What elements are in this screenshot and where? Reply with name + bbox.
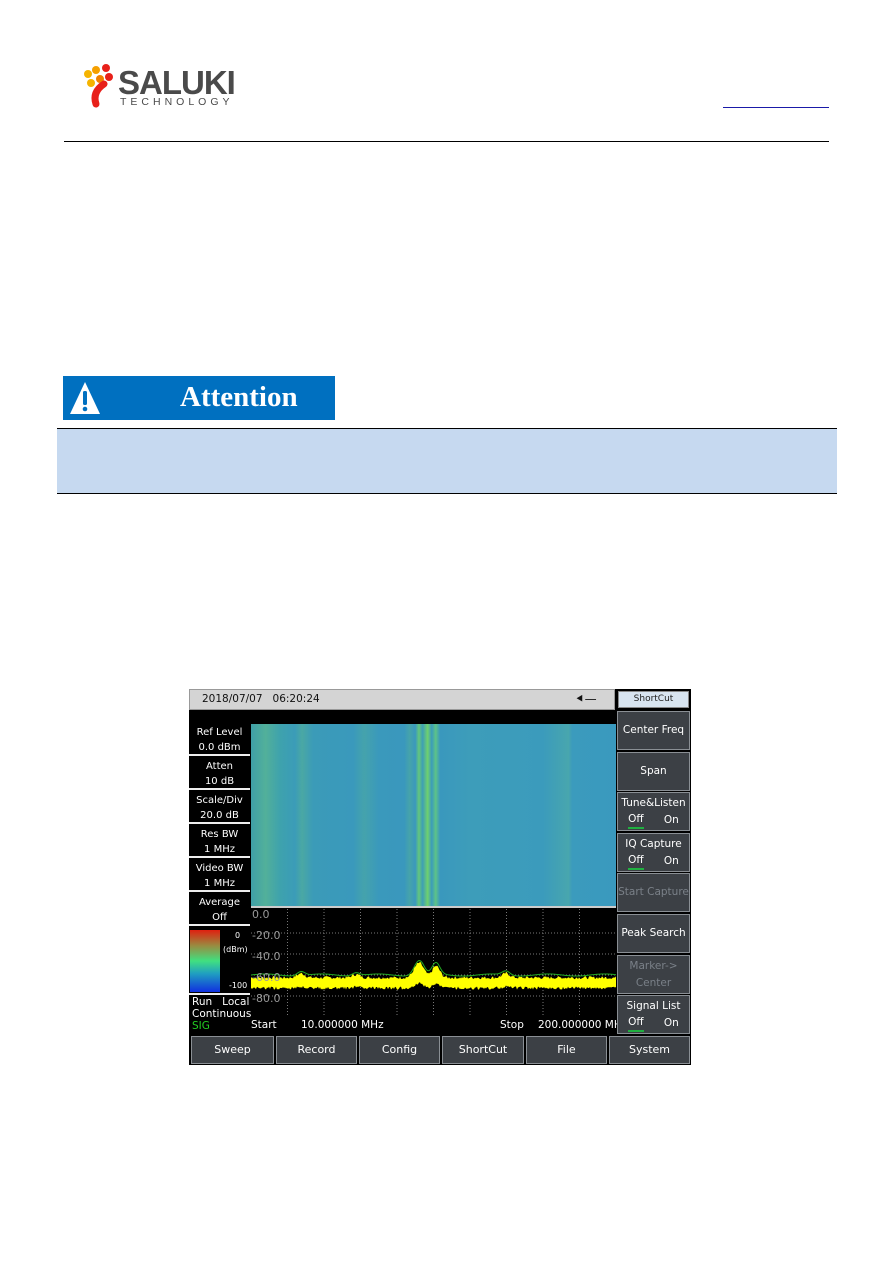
param-atten[interactable]: Atten 10 dB bbox=[189, 758, 250, 790]
menu-system-button[interactable]: System bbox=[609, 1036, 690, 1064]
button-label: Signal List bbox=[626, 1000, 681, 1013]
color-gradient bbox=[190, 930, 220, 992]
param-video-bw[interactable]: Video BW 1 MHz bbox=[189, 860, 250, 892]
color-scale: 0 (dBm) -100 bbox=[189, 927, 250, 995]
param-label: Res BW bbox=[200, 829, 239, 840]
y-tick-label: 0.0 bbox=[252, 909, 270, 921]
shortcut-menu-title: ShortCut bbox=[618, 691, 689, 708]
stop-frequency: 200.000000 MHz bbox=[538, 1019, 628, 1031]
logo-subtitle: TECHNOLOGY bbox=[120, 96, 234, 108]
menu-config-button[interactable]: Config bbox=[359, 1036, 440, 1064]
button-label: Marker-> bbox=[629, 959, 678, 972]
param-value: Off bbox=[212, 912, 227, 923]
attention-label: Attention bbox=[180, 381, 298, 413]
side-start-capture-button[interactable]: Start Capture bbox=[617, 873, 690, 913]
button-label: Span bbox=[640, 764, 667, 777]
run-label: Run bbox=[192, 996, 213, 1008]
param-value: 0.0 dBm bbox=[198, 742, 241, 753]
param-label: Video BW bbox=[195, 863, 244, 874]
button-label: Center Freq bbox=[622, 724, 685, 736]
param-value: 10 dB bbox=[204, 776, 235, 787]
power-plug-icon: ⯇— bbox=[575, 692, 597, 706]
y-tick-label: -20.0 bbox=[252, 929, 280, 942]
header-divider bbox=[64, 141, 829, 142]
on-option: On bbox=[663, 814, 679, 827]
color-unit: (dBm) bbox=[223, 945, 248, 954]
button-label-2: Center bbox=[635, 976, 672, 989]
side-center-freq-button[interactable]: Center Freq bbox=[617, 711, 690, 750]
y-tick-label: -60.0 bbox=[252, 971, 280, 984]
status-bar: 2018/07/07 06:20:24 bbox=[189, 689, 615, 710]
menu-sweep-button[interactable]: Sweep bbox=[191, 1036, 274, 1064]
start-label: Start bbox=[251, 1019, 277, 1031]
param-value: 1 MHz bbox=[204, 878, 235, 889]
side-tune-listen-button[interactable]: Tune&Listen Off On bbox=[617, 792, 690, 832]
menu-shortcut-button[interactable]: ShortCut bbox=[442, 1036, 524, 1064]
off-option: Off bbox=[628, 853, 644, 870]
side-span-button[interactable]: Span bbox=[617, 751, 690, 791]
menu-record-button[interactable]: Record bbox=[276, 1036, 357, 1064]
y-tick-label: -80.0 bbox=[252, 992, 280, 1005]
spectrum-analyzer-screen: 2018/07/07 06:20:24 ⯇— Ref Level 0.0 dBm A… bbox=[189, 689, 691, 1065]
run-status: Run Local Continuous SIG bbox=[192, 996, 251, 1032]
param-average[interactable]: Average Off bbox=[189, 894, 250, 926]
param-scale-div[interactable]: Scale/Div 20.0 dB bbox=[189, 792, 250, 824]
color-max: 0 bbox=[235, 931, 241, 940]
off-option: Off bbox=[628, 812, 644, 830]
side-peak-search-button[interactable]: Peak Search bbox=[617, 914, 690, 953]
warning-triangle-icon bbox=[70, 382, 100, 414]
param-value: 20.0 dB bbox=[200, 810, 239, 821]
start-frequency: 10.000000 MHz bbox=[301, 1019, 384, 1031]
attention-note-box bbox=[57, 428, 837, 494]
sig-indicator: SIG bbox=[192, 1020, 210, 1032]
side-marker--button[interactable]: Marker-> Center bbox=[617, 954, 690, 994]
param-label: Ref Level bbox=[196, 727, 243, 738]
y-tick-label: -40.0 bbox=[252, 950, 280, 963]
button-label: IQ Capture bbox=[625, 837, 682, 850]
color-min: -100 bbox=[229, 981, 248, 990]
param-res-bw[interactable]: Res BW 1 MHz bbox=[189, 826, 250, 858]
on-option: On bbox=[663, 1017, 679, 1030]
sweep-mode: Continuous bbox=[192, 1008, 252, 1020]
button-label: Peak Search bbox=[621, 927, 686, 939]
datetime: 2018/07/07 06:20:24 bbox=[202, 693, 320, 705]
button-label: Start Capture bbox=[618, 886, 689, 899]
param-label: Scale/Div bbox=[196, 795, 243, 806]
button-label: Tune&Listen bbox=[621, 797, 686, 810]
param-label: Atten bbox=[206, 761, 233, 772]
stop-label: Stop bbox=[500, 1019, 524, 1031]
side-signal-list-button[interactable]: Signal List Off On bbox=[617, 995, 690, 1035]
off-option: Off bbox=[628, 1015, 644, 1033]
saluki-logo-mark bbox=[84, 64, 113, 108]
spectrum-trace-display: 0.0 -20.0 -40.0 -60.0 -80.0 bbox=[251, 909, 616, 1015]
spectrum-trace bbox=[251, 961, 616, 990]
on-option: On bbox=[663, 854, 679, 867]
param-ref-level[interactable]: Ref Level 0.0 dBm bbox=[189, 724, 250, 756]
menu-file-button[interactable]: File bbox=[526, 1036, 607, 1064]
local-label: Local bbox=[222, 996, 250, 1008]
param-value: 1 MHz bbox=[204, 844, 235, 855]
header-link[interactable] bbox=[723, 96, 829, 108]
waterfall-display bbox=[251, 724, 616, 908]
param-label: Average bbox=[198, 897, 241, 908]
side-iq-capture-button[interactable]: IQ Capture Off On bbox=[617, 832, 690, 872]
